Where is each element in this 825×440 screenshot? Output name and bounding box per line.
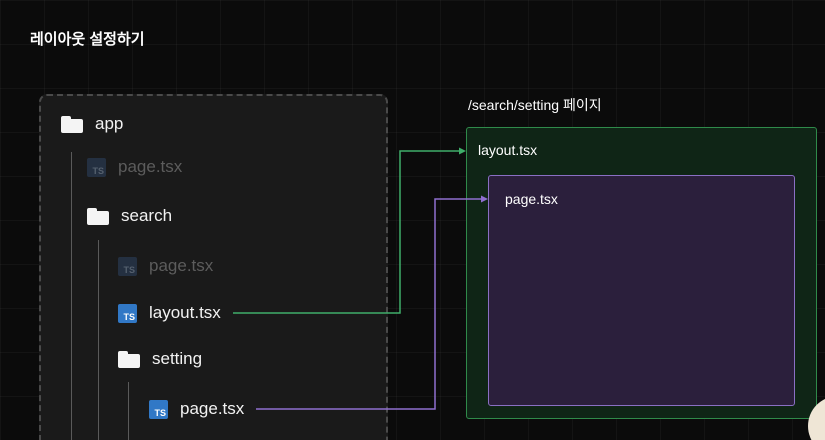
diagram-canvas: 레이아웃 설정하기 app TS page.tsx search TS page… — [0, 0, 825, 440]
page-connector-line — [256, 198, 484, 410]
connector-layer — [233, 147, 488, 410]
layout-connector-arrow — [459, 147, 466, 155]
layout-connector-line — [233, 150, 462, 314]
page-connector-arrow — [481, 195, 488, 203]
